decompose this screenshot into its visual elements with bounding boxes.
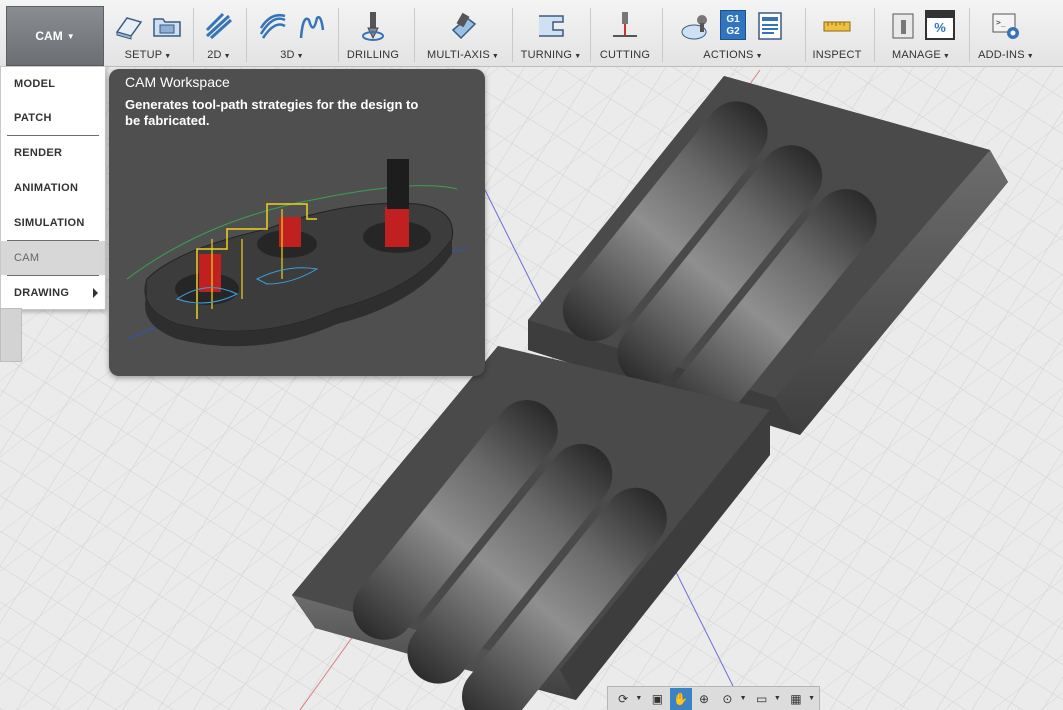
cam-toolpath-illustration — [126, 159, 468, 347]
measure-icon[interactable] — [821, 10, 853, 42]
browser-panel-handle[interactable] — [0, 308, 22, 362]
chevron-down-icon: ▼ — [296, 53, 304, 60]
look-at-icon[interactable]: ▣ — [646, 688, 668, 710]
setup-group[interactable]: SETUP ▼ — [108, 0, 188, 66]
actions-group[interactable]: G1 G2 ACTIONS ▼ — [666, 0, 800, 66]
simulate-icon[interactable] — [680, 10, 712, 42]
menu-item-label: PATCH — [14, 112, 52, 124]
menu-item-label: ANIMATION — [14, 182, 79, 194]
chevron-down-icon: ▼ — [164, 53, 172, 60]
display-settings-icon[interactable]: ▭ — [751, 688, 773, 710]
2d-label: 2D — [207, 49, 222, 61]
chevron-down-icon[interactable]: ▼ — [740, 695, 747, 702]
chevron-down-icon: ▼ — [66, 31, 75, 41]
folder-icon[interactable] — [151, 10, 183, 42]
tooltip-description: Generates tool-path strategies for the d… — [125, 97, 419, 128]
inspect-group[interactable]: INSPECT — [808, 0, 866, 66]
workspace-label: CAM — [35, 29, 63, 43]
drilling-label: DRILLING — [346, 49, 400, 61]
menu-item-label: SIMULATION — [14, 217, 85, 229]
menu-item-cam[interactable]: CAM — [1, 241, 105, 275]
grid-settings-icon[interactable]: ▦ — [785, 688, 807, 710]
workspace-menu: MODEL PATCH RENDER ANIMATION SIMULATION … — [0, 66, 106, 310]
multi-axis-group[interactable]: MULTI-AXIS ▼ — [418, 0, 508, 66]
pan-icon[interactable]: ✋ — [669, 687, 692, 710]
menu-item-label: RENDER — [14, 147, 63, 159]
svg-text:>_: >_ — [996, 18, 1006, 27]
chevron-down-icon: ▼ — [942, 53, 950, 60]
cutting-icon[interactable] — [609, 10, 641, 42]
3d-adaptive-icon[interactable] — [257, 10, 289, 42]
orbit-icon[interactable]: ⟳ — [612, 688, 634, 710]
turning-icon[interactable] — [535, 10, 567, 42]
menu-item-model[interactable]: MODEL — [1, 67, 105, 101]
percent-text: % — [934, 20, 946, 35]
drill-icon[interactable] — [357, 10, 389, 42]
chevron-down-icon: ▼ — [574, 53, 582, 60]
manage-group[interactable]: % MANAGE ▼ — [878, 0, 964, 66]
multi-axis-label: MULTI-AXIS — [426, 49, 490, 61]
setup-sheet-icon[interactable] — [754, 10, 786, 42]
cutting-label: CUTTING — [599, 49, 651, 61]
chevron-down-icon: ▼ — [755, 53, 763, 60]
g1-text: G1 — [726, 14, 740, 25]
3d-group[interactable]: 3D ▼ — [250, 0, 334, 66]
fit-icon[interactable]: ⊙ — [716, 688, 738, 710]
workspace-switcher-button[interactable]: CAM ▼ — [6, 6, 104, 66]
navigation-bar: ⟳ ▼ ▣ ✋ ⊕ ⊙ ▼ ▭ ▼ ▦ ▼ — [607, 686, 820, 710]
tool-library-icon[interactable] — [887, 10, 919, 42]
menu-item-label: MODEL — [14, 78, 56, 90]
2d-group[interactable]: 2D ▼ — [196, 0, 242, 66]
cam-workspace-tooltip: CAM Workspace Generates tool-path strate… — [109, 69, 485, 376]
chevron-down-icon: ▼ — [491, 53, 500, 60]
scripts-addins-icon[interactable]: >_ — [990, 10, 1022, 42]
menu-item-simulation[interactable]: SIMULATION — [1, 206, 105, 240]
toolbar: CAM ▼ SETUP ▼ 2D ▼ 3D ▼ DRILLING MULTI-A… — [0, 0, 1063, 67]
tooltip-title: CAM Workspace — [125, 74, 230, 90]
turning-label: TURNING — [520, 49, 573, 61]
chevron-right-icon — [93, 288, 98, 298]
chevron-down-icon: ▼ — [1026, 53, 1034, 60]
menu-item-label: CAM — [14, 252, 40, 264]
turning-group[interactable]: TURNING ▼ — [516, 0, 586, 66]
add-ins-label: ADD-INS — [978, 49, 1025, 61]
chevron-down-icon[interactable]: ▼ — [635, 695, 642, 702]
multi-axis-icon[interactable] — [447, 10, 479, 42]
menu-item-animation[interactable]: ANIMATION — [1, 171, 105, 205]
inspect-label: INSPECT — [812, 49, 862, 61]
manage-label: MANAGE — [891, 49, 941, 61]
chevron-down-icon[interactable]: ▼ — [808, 695, 815, 702]
setup-label: SETUP — [124, 49, 163, 61]
drilling-group[interactable]: DRILLING — [342, 0, 404, 66]
menu-item-drawing[interactable]: DRAWING — [1, 276, 105, 310]
actions-label: ACTIONS — [703, 49, 754, 61]
menu-item-label: DRAWING — [14, 287, 70, 299]
3d-parallel-icon[interactable] — [295, 10, 327, 42]
menu-item-render[interactable]: RENDER — [1, 136, 105, 170]
post-process-icon[interactable]: G1 G2 — [720, 10, 746, 40]
zoom-icon[interactable]: ⊕ — [693, 688, 715, 710]
menu-item-patch[interactable]: PATCH — [1, 101, 105, 135]
2d-contour-icon[interactable] — [203, 10, 235, 42]
setup-icon[interactable] — [113, 10, 145, 42]
post-library-icon[interactable]: % — [925, 10, 955, 40]
3d-label: 3D — [280, 49, 295, 61]
chevron-down-icon[interactable]: ▼ — [774, 695, 781, 702]
add-ins-group[interactable]: >_ ADD-INS ▼ — [972, 0, 1040, 66]
chevron-down-icon: ▼ — [223, 53, 231, 60]
cutting-group[interactable]: CUTTING — [594, 0, 656, 66]
g2-text: G2 — [726, 26, 740, 37]
